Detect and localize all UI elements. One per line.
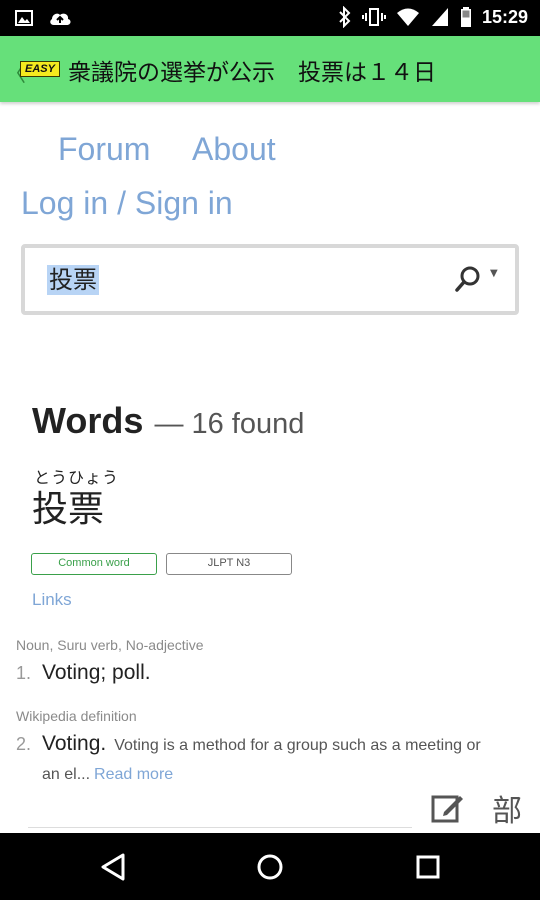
wikipedia-sentence-end: an el... [42,766,91,783]
search-box[interactable]: 投票 ▼ [21,244,519,315]
cloud-upload-icon [48,8,72,28]
back-icon[interactable] [97,851,129,883]
status-bar: 15:29 [0,0,540,36]
bluetooth-icon [338,6,352,28]
radical-search-button[interactable]: 部 [492,786,522,830]
meaning-item: 1. Voting; poll. [16,661,151,685]
vibrate-icon [361,6,386,28]
banner-headline[interactable]: 衆議院の選挙が公示 投票は１４日 [68,53,436,87]
cell-signal-icon [430,6,450,28]
meaning-pos-tags: Wikipedia definition [16,708,137,724]
meaning-definition: Voting. [42,732,107,755]
word-text: 投票 [32,489,105,530]
wifi-icon [396,6,420,28]
nav-about-link[interactable]: About [192,131,276,168]
wikipedia-sentence: Voting is a method for a group such as a… [114,737,481,754]
easy-badge: EASY [20,61,60,77]
handwriting-edit-icon[interactable] [430,790,466,826]
battery-icon [460,6,472,28]
results-heading-title: Words [32,400,144,441]
search-options-dropdown-icon[interactable]: ▼ [490,268,498,279]
news-banner[interactable]: 〈 EASY 衆議院の選挙が公示 投票は１４日 [0,36,540,102]
recent-apps-icon[interactable] [412,851,444,883]
results-heading: Words — 16 found [32,400,304,442]
nav-login-link[interactable]: Log in / Sign in [21,185,233,222]
results-count: — 16 found [154,408,305,440]
links-toggle[interactable]: Links [32,590,72,610]
clock: 15:29 [481,6,528,27]
jlpt-tag: JLPT N3 [166,553,292,575]
divider [28,827,412,828]
meaning-number: 1. [16,663,32,683]
wikipedia-sentence-continuation: an el... Read more [42,766,173,784]
image-icon [14,8,34,28]
search-input[interactable]: 投票 [47,265,99,295]
nav-forum-link[interactable]: Forum [58,131,150,168]
home-icon[interactable] [254,851,286,883]
meaning-number: 2. [16,734,32,754]
meaning-pos-tags: Noun, Suru verb, No-adjective [16,637,204,653]
read-more-link[interactable]: Read more [94,766,173,783]
meaning-definition: Voting; poll. [42,661,151,684]
search-icon[interactable] [453,264,483,294]
system-nav-bar [0,833,540,900]
meaning-item: 2. Voting. Voting is a method for a group … [16,732,481,756]
common-word-tag: Common word [31,553,157,575]
